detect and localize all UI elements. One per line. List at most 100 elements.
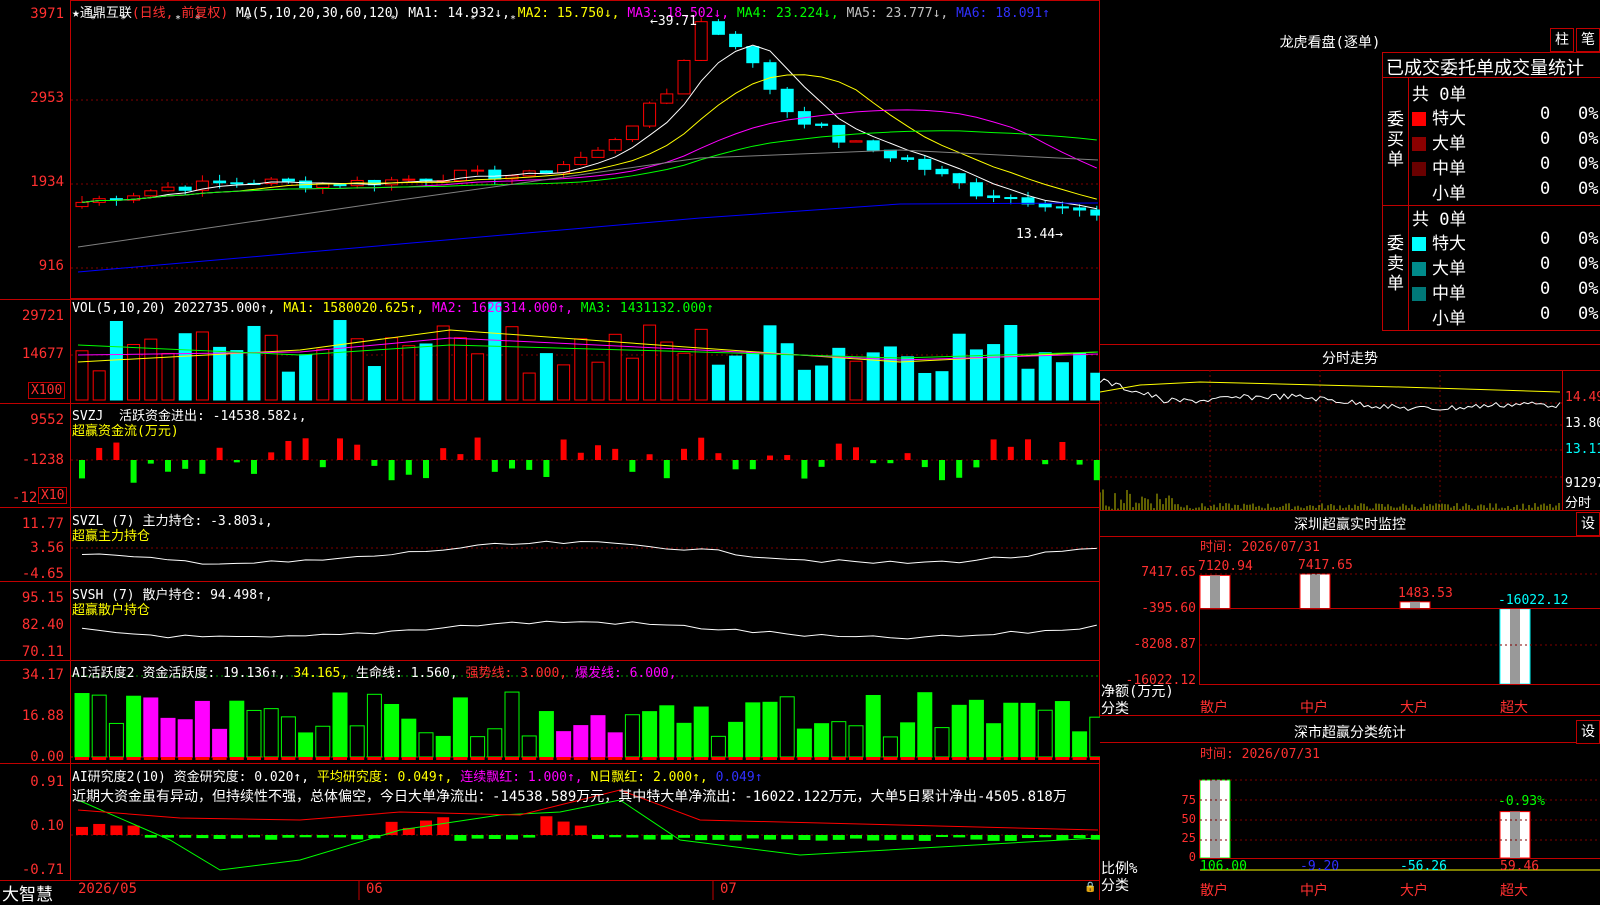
vol-pane-header: VOL(5,10,20) 2022735.000↑, MA1: 1580020.…	[72, 301, 714, 316]
classify-category: 大户	[1400, 883, 1428, 899]
svzl-line	[81, 540, 1097, 565]
volume-bar	[677, 352, 691, 401]
volume-bar	[92, 370, 106, 401]
ma1-value: MA1: 14.932↓,	[408, 6, 510, 21]
ai1-bar	[1072, 731, 1088, 758]
price-pane-header: ★通鼎互联(日线, 前复权) MA(5,10,20,30,60,120) MA1…	[72, 2, 1050, 21]
ai2-bar	[678, 835, 690, 838]
ai1-bar	[470, 736, 486, 758]
monitor-title: 深圳超赢实时监控	[1294, 517, 1406, 533]
ai2-bar	[523, 835, 536, 838]
ai1-bar	[384, 703, 400, 758]
monitor-settings-button[interactable]: 设	[1576, 512, 1600, 536]
chart-mode[interactable]: (日线, 前复权)	[132, 6, 228, 21]
candle	[539, 170, 553, 174]
svzj-bar	[698, 437, 705, 460]
sell-order-label: 委卖单	[1387, 234, 1404, 294]
ai1-bar	[934, 727, 950, 758]
intraday-price: 14.49	[1565, 390, 1600, 405]
svzj-axis-label: -1238	[21, 452, 64, 468]
vol-axis-label: 29721	[21, 308, 64, 324]
ai2-bar	[798, 835, 811, 841]
classify-bar	[1199, 779, 1231, 859]
buy-order-label: 委买单	[1387, 110, 1404, 170]
order-type-label: 中单	[1432, 284, 1466, 304]
svzj-bar	[388, 460, 395, 481]
volume-bar	[883, 346, 897, 401]
ai2-bar	[454, 835, 467, 841]
ai1-base-bar	[883, 757, 898, 760]
ai1-base-bar	[917, 757, 932, 760]
ai2-bar	[557, 821, 570, 835]
vol-axis-label: 14677	[21, 346, 64, 362]
svzl-line	[81, 540, 1097, 565]
favorite-star-icon[interactable]: ★	[72, 6, 80, 21]
ai1-bar	[865, 694, 881, 758]
candle	[402, 178, 416, 181]
order-count: 0	[1540, 304, 1551, 324]
svzj-bar	[818, 460, 825, 467]
ai1-bar	[728, 721, 744, 758]
volume-bar	[505, 326, 519, 401]
intraday-price: 13.80	[1565, 416, 1600, 431]
svzj-bar	[870, 460, 877, 464]
lock-icon[interactable]: 🔒	[1084, 882, 1096, 893]
order-row: 特大	[1412, 104, 1466, 129]
ai1-base-bar	[470, 757, 485, 760]
classify-bar-label: -9.20	[1300, 859, 1340, 874]
svzl-axis-label: 3.56	[30, 540, 64, 556]
ma6-value: MA6: 18.091↑	[956, 6, 1050, 21]
ai2-bar	[712, 835, 725, 840]
monitor-axis: -8208.87	[1133, 637, 1196, 652]
candle	[901, 157, 915, 160]
svsh-axis-label: 95.15	[21, 590, 64, 606]
ai1-base-bar	[315, 757, 330, 760]
svzj-bar	[285, 440, 292, 460]
ai1-bar	[280, 716, 296, 758]
svsh-line	[81, 620, 1097, 640]
volume-bar	[643, 324, 657, 401]
volume-bar	[1090, 372, 1100, 401]
ai1-base-bar	[1038, 757, 1053, 760]
volume-bar	[453, 337, 467, 401]
monitor-bar-label: 1483.53	[1398, 585, 1453, 601]
low-annotation: 13.44→	[1016, 227, 1063, 242]
stock-name[interactable]: 通鼎互联	[80, 6, 132, 21]
ai1-bar	[882, 736, 898, 758]
ai1-bar	[1089, 716, 1100, 758]
ai1-bar	[745, 702, 761, 758]
volume-bar	[1055, 362, 1069, 401]
classify-settings-button[interactable]: 设	[1576, 720, 1600, 744]
svzj-subtitle: 超赢资金流(万元)	[72, 424, 179, 439]
ai1-base-bar	[625, 757, 640, 760]
svzl-axis-label: 11.77	[21, 516, 64, 532]
candle	[574, 156, 588, 166]
candle	[815, 123, 829, 126]
monitor-axis: 7417.65	[1141, 565, 1196, 580]
buy-total: 共 0单	[1412, 85, 1467, 105]
ai1-base-bar	[384, 757, 399, 760]
main-chart-area[interactable]: * * * * * * * *	[0, 0, 1100, 900]
ai1-base-bar	[900, 757, 915, 760]
ai1-bar	[315, 725, 331, 758]
ai1-bar	[538, 711, 554, 758]
svzj-bar	[681, 448, 687, 460]
candle	[763, 62, 777, 90]
order-color-swatch	[1412, 262, 1426, 276]
volume-bar	[350, 338, 364, 401]
order-row: 大单	[1412, 254, 1466, 279]
svzj-bar	[663, 460, 670, 479]
ai1-base-bar	[797, 757, 812, 760]
ma-line	[77, 149, 1099, 248]
svzj-bar	[233, 460, 240, 463]
ai1-bar	[521, 735, 537, 758]
order-percent: 0%	[1578, 254, 1599, 274]
svzj-bar	[853, 447, 859, 460]
volume-bar	[127, 343, 141, 401]
svzj-bar	[216, 447, 223, 460]
ai1-bar	[401, 718, 417, 758]
order-row: 大单	[1412, 129, 1466, 154]
price-axis-label: 2953	[30, 90, 64, 106]
svzj-bar	[302, 438, 309, 460]
ai2-bar	[987, 835, 1000, 841]
